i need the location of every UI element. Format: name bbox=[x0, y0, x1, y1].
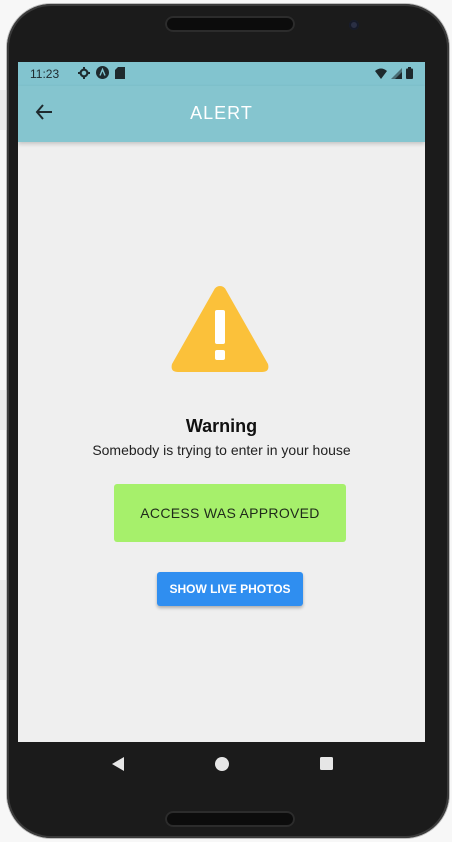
status-icons-right bbox=[375, 67, 413, 82]
top-speaker bbox=[165, 16, 295, 32]
sd-card-icon bbox=[115, 66, 125, 82]
front-camera bbox=[349, 20, 359, 30]
nav-recents-button[interactable] bbox=[314, 754, 338, 778]
warning-message: Somebody is trying to enter in your hous… bbox=[92, 442, 351, 458]
device-screen: 11:23 ALERT Warning Somebody is trying t… bbox=[18, 62, 425, 782]
warning-title: Warning bbox=[185, 416, 258, 436]
gear-icon bbox=[78, 66, 90, 82]
access-status-banner: ACCESS WAS APPROVED bbox=[114, 484, 346, 542]
back-triangle-icon bbox=[111, 756, 125, 777]
navigation-bar bbox=[18, 742, 425, 790]
app-icon bbox=[96, 66, 109, 82]
status-icons-left bbox=[78, 66, 125, 82]
warning-icon bbox=[168, 282, 272, 376]
app-bar: ALERT bbox=[18, 86, 425, 142]
signal-icon bbox=[391, 67, 402, 82]
status-bar: 11:23 bbox=[18, 62, 425, 86]
home-circle-icon bbox=[214, 756, 230, 777]
nav-home-button[interactable] bbox=[210, 754, 234, 778]
battery-icon bbox=[406, 67, 413, 82]
page-title: ALERT bbox=[190, 103, 253, 123]
show-live-photos-button[interactable]: SHOW LIVE PHOTOS bbox=[157, 572, 303, 606]
status-time: 11:23 bbox=[30, 67, 60, 81]
recents-square-icon bbox=[319, 756, 334, 776]
nav-back-button[interactable] bbox=[106, 754, 130, 778]
wifi-icon bbox=[375, 68, 387, 82]
alert-content: Warning Somebody is trying to enter in y… bbox=[18, 142, 425, 742]
bottom-speaker bbox=[165, 811, 295, 827]
